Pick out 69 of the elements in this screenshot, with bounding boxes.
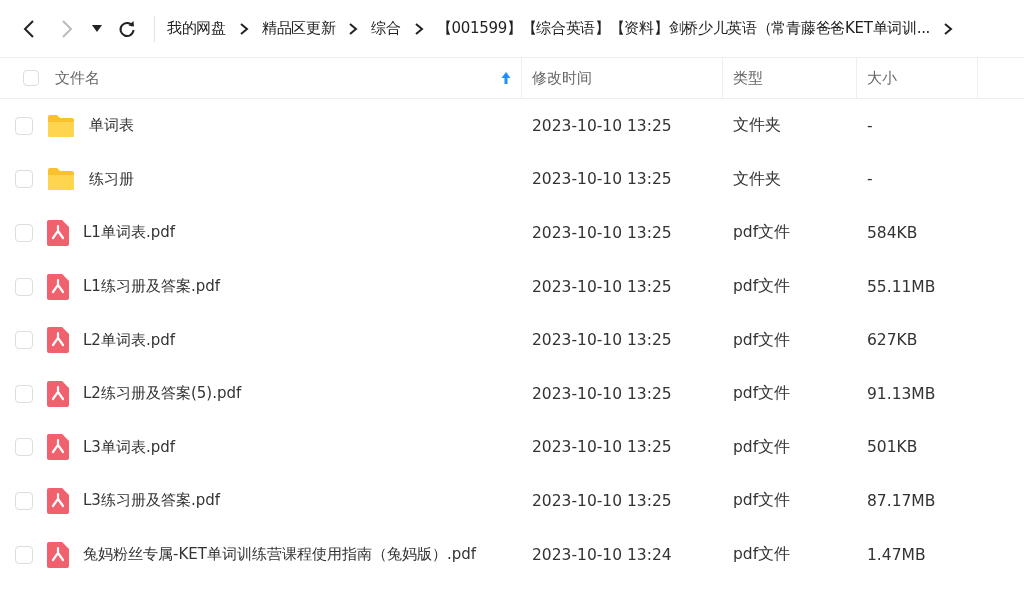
modified-time: 2023-10-10 13:25 (532, 491, 672, 510)
row-checkbox[interactable] (15, 545, 33, 564)
column-header[interactable]: 大小 (857, 58, 978, 98)
breadcrumb-link[interactable]: 综合 (371, 19, 401, 38)
row-checkbox[interactable] (15, 331, 33, 350)
breadcrumb-link[interactable]: 精品区更新 (261, 19, 336, 38)
row-checkbox[interactable] (15, 116, 33, 135)
chevron-icon (943, 21, 954, 36)
modified-time: 2023-10-10 13:25 (532, 438, 672, 457)
file-name[interactable]: 练习册 (89, 169, 134, 189)
file-name[interactable]: L2单词表.pdf (83, 330, 175, 350)
caret-icon (92, 24, 102, 33)
folder-icon (47, 113, 75, 138)
file-type: pdf文件 (733, 544, 791, 566)
file-name[interactable]: L1练习册及答案.pdf (83, 277, 220, 297)
refresh-icon (118, 19, 136, 38)
file-size: 91.13MB (867, 384, 936, 403)
file-size: 55.11MB (867, 277, 936, 296)
column-header[interactable]: 文件名 (55, 58, 522, 98)
file-name[interactable]: 单词表 (89, 116, 134, 136)
file-name[interactable]: L1单词表.pdf (83, 223, 175, 243)
breadcrumb-link[interactable]: 【001599】【综合英语】【资料】剑桥少儿英语（常青藤爸爸KET单词训... (436, 19, 931, 38)
file-size: 501KB (867, 438, 918, 457)
chevron-icon (348, 21, 359, 36)
modified-time: 2023-10-10 13:25 (532, 170, 672, 189)
file-size: 627KB (867, 331, 918, 350)
pdf-file-icon (47, 380, 69, 407)
file-size: 87.17MB (867, 491, 936, 510)
chevron-icon (238, 21, 249, 36)
pdf-file-icon (47, 434, 69, 461)
file-type: pdf文件 (733, 383, 791, 405)
pdf-file-icon (47, 273, 69, 300)
file-name[interactable]: L3单词表.pdf (83, 437, 175, 457)
column-header[interactable]: 修改时间 (522, 58, 723, 98)
modified-time: 2023-10-10 13:25 (532, 116, 672, 135)
file-type: pdf文件 (733, 436, 791, 458)
file-size: - (867, 170, 873, 189)
file-name[interactable]: L3练习册及答案.pdf (83, 491, 220, 511)
file-type: 文件夹 (733, 168, 781, 190)
file-type: 文件夹 (733, 115, 781, 137)
file-size: 1.47MB (867, 545, 926, 564)
modified-time: 2023-10-10 13:25 (532, 224, 672, 242)
file-size: 584KB (867, 224, 918, 242)
breadcrumb-link[interactable]: 我的网盘 (167, 19, 226, 38)
pdf-file-icon (47, 327, 69, 354)
modified-time: 2023-10-10 13:25 (532, 384, 672, 403)
pdf-file-icon (47, 487, 69, 514)
row-checkbox[interactable] (15, 224, 33, 242)
modified-time: 2023-10-10 13:24 (532, 545, 672, 564)
file-type: pdf文件 (733, 222, 791, 244)
select-all-checkbox[interactable] (23, 70, 39, 86)
file-type: pdf文件 (733, 490, 791, 512)
row-checkbox[interactable] (15, 170, 33, 189)
pdf-file-icon (47, 541, 69, 568)
folder-icon (47, 167, 75, 192)
file-name[interactable]: 兔妈粉丝专属-KET单词训练营课程使用指南（兔妈版）.pdf (83, 545, 476, 565)
file-type: pdf文件 (733, 329, 791, 351)
row-checkbox[interactable] (15, 277, 33, 296)
column-header[interactable]: 类型 (723, 58, 857, 98)
modified-time: 2023-10-10 13:25 (532, 331, 672, 350)
pdf-file-icon (47, 220, 69, 246)
modified-time: 2023-10-10 13:25 (532, 277, 672, 296)
file-type: pdf文件 (733, 276, 791, 298)
row-checkbox[interactable] (15, 491, 33, 510)
row-checkbox[interactable] (15, 384, 33, 403)
chevron-icon (413, 21, 424, 36)
row-checkbox[interactable] (15, 438, 33, 457)
file-size: - (867, 116, 873, 135)
file-name[interactable]: L2练习册及答案(5).pdf (83, 384, 242, 404)
